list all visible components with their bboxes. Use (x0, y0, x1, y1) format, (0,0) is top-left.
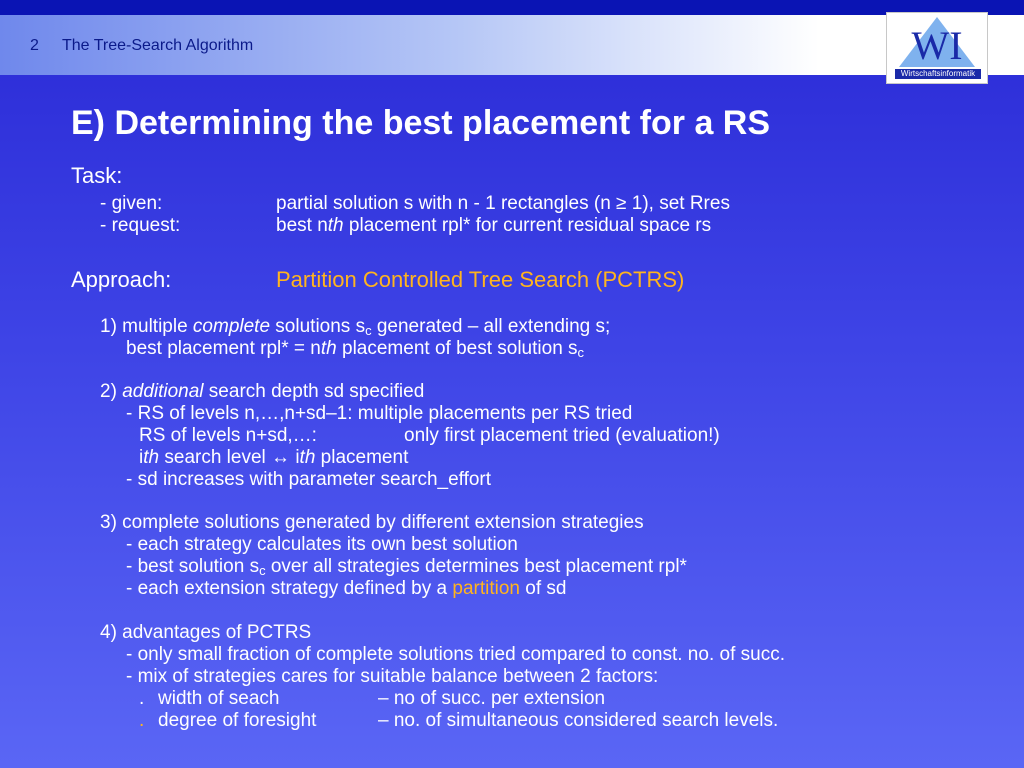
slide-title: E) Determining the best placement for a … (71, 104, 771, 142)
given-value: partial solution s with n - 1 rectangles… (276, 193, 730, 214)
section-title: The Tree-Search Algorithm (62, 37, 254, 54)
point1-line1: 1) multiple complete solutions sc genera… (100, 316, 611, 338)
factor2-name: degree of foresight (158, 710, 317, 731)
factor1-desc: – no of succ. per extension (378, 688, 606, 709)
point3-line2: - best solution sc over all strategies d… (126, 556, 687, 578)
point2-line3: ith search level ↔ ith placement (139, 447, 409, 468)
point3-head: 3) complete solutions generated by diffe… (100, 512, 644, 533)
approach-name: Partition Controlled Tree Search (PCTRS) (276, 267, 685, 292)
partition-highlight: partition (452, 578, 520, 599)
request-value: best nth placement rpl* for current resi… (276, 215, 712, 236)
point3-line3: - each extension strategy defined by a p… (126, 578, 567, 599)
point2-head: 2) additional search depth sd specified (100, 381, 425, 402)
point3-line1: - each strategy calculates its own best … (126, 534, 518, 555)
point2-line2-left: RS of levels n+sd,…: (139, 425, 317, 446)
logo-text: WI (911, 23, 962, 68)
factor1-bullet: . (139, 688, 145, 709)
point2-line1: - RS of levels n,…,n+sd–1: multiple plac… (126, 403, 633, 424)
task-heading: Task: (71, 163, 123, 188)
point4-head: 4) advantages of PCTRS (100, 622, 312, 643)
point4-line1: - only small fraction of complete soluti… (126, 644, 785, 665)
point2-line4: - sd increases with parameter search_eff… (126, 469, 492, 490)
logo-subtext: Wirtschaftsinformatik (895, 69, 981, 79)
top-bar (0, 0, 1024, 15)
slide-number: 2 (30, 37, 39, 54)
factor2-desc: – no. of simultaneous considered search … (378, 710, 779, 731)
wi-logo: WI Wirtschaftsinformatik (886, 12, 988, 84)
request-label: - request: (100, 215, 181, 236)
slide-header: 2 The Tree-Search Algorithm (0, 15, 1024, 75)
approach-label: Approach: (71, 267, 172, 292)
factor1-name: width of seach (158, 688, 280, 709)
given-label: - given: (100, 193, 163, 214)
point1-line2: best placement rpl* = nth placement of b… (126, 338, 585, 360)
factor2-bullet: . (139, 710, 145, 731)
point4-line2: - mix of strategies cares for suitable b… (126, 666, 659, 687)
point2-line2-right: only first placement tried (evaluation!) (404, 425, 720, 446)
